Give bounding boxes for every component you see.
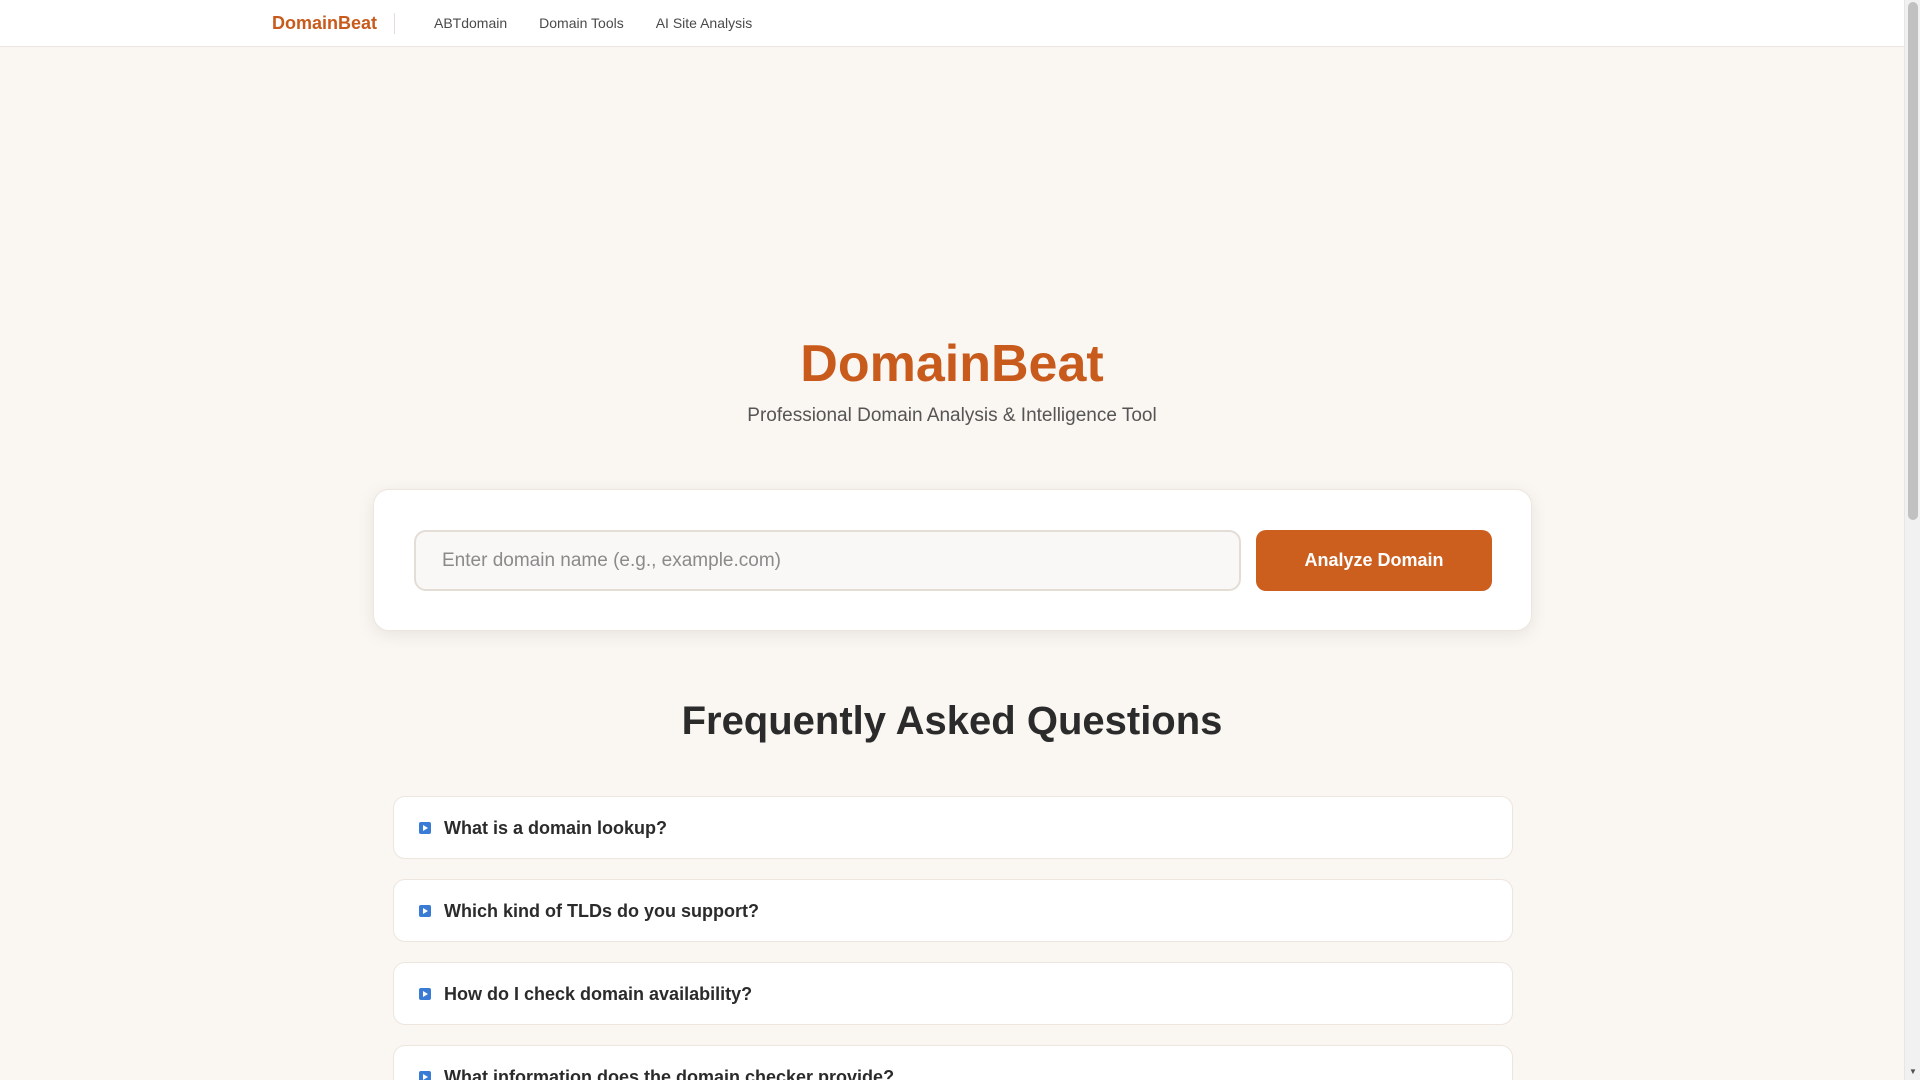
faq-question: Which kind of TLDs do you support? — [444, 901, 759, 921]
play-icon — [419, 1071, 431, 1080]
search-card: Analyze Domain — [373, 489, 1532, 631]
faq-question: How do I check domain availability? — [444, 984, 753, 1004]
faq-list: What is a domain lookup? Which kind of T… — [393, 796, 1513, 1080]
scrollbar-thumb[interactable] — [1908, 2, 1918, 520]
faq-item[interactable]: What information does the domain checker… — [393, 1045, 1513, 1080]
scroll-down-arrow-icon[interactable]: ▼ — [1908, 1067, 1918, 1077]
faq-item[interactable]: Which kind of TLDs do you support? — [393, 879, 1513, 942]
faq-question: What is a domain lookup? — [444, 818, 668, 838]
nav-link-abtdomain[interactable]: ABTdomain — [434, 15, 507, 31]
domain-search-input[interactable] — [414, 530, 1241, 591]
faq-heading: Frequently Asked Questions — [681, 699, 1223, 743]
page-subtitle: Professional Domain Analysis & Intellige… — [747, 405, 1157, 426]
nav-link-domain-tools[interactable]: Domain Tools — [539, 15, 624, 31]
play-icon — [419, 905, 431, 917]
play-icon — [419, 822, 431, 834]
brand-logo-link[interactable]: DomainBeat — [272, 13, 377, 34]
play-icon — [419, 988, 431, 1000]
analyze-domain-button[interactable]: Analyze Domain — [1256, 530, 1492, 591]
faq-item[interactable]: What is a domain lookup? — [393, 796, 1513, 859]
faq-item[interactable]: How do I check domain availability? — [393, 962, 1513, 1025]
nav-link-ai-site-analysis[interactable]: AI Site Analysis — [656, 15, 753, 31]
nav-divider — [394, 13, 395, 34]
nav-links: ABTdomain Domain Tools AI Site Analysis — [434, 15, 752, 31]
top-navbar: DomainBeat ABTdomain Domain Tools AI Sit… — [0, 0, 1904, 47]
page-title: DomainBeat — [800, 335, 1104, 393]
page-scrollbar[interactable]: ▼ — [1904, 0, 1920, 1080]
faq-question: What information does the domain checker… — [444, 1067, 895, 1080]
